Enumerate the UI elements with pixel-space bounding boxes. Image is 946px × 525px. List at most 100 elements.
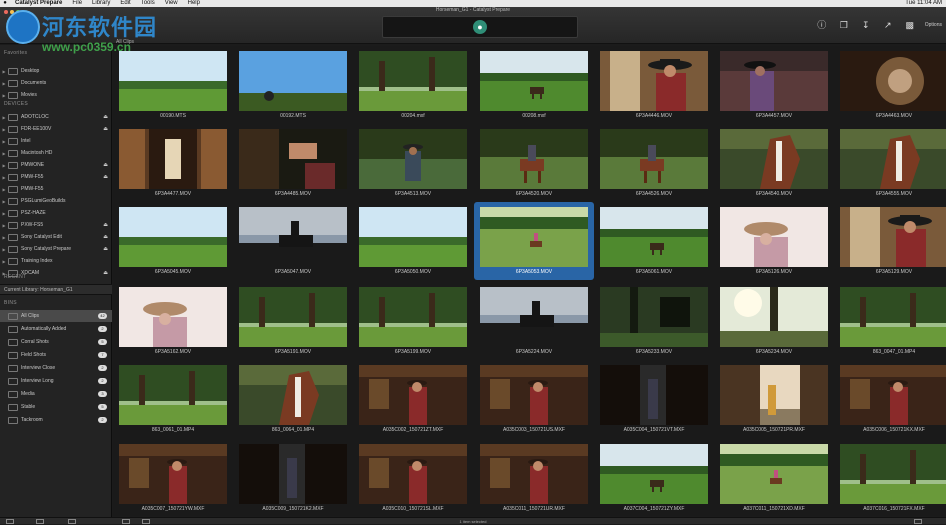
clip-thumbnail[interactable] xyxy=(840,129,946,189)
clip-tile[interactable]: 6P3A4540.MOV xyxy=(714,124,834,202)
clip-tile[interactable]: 6P3A4457.MOV xyxy=(714,46,834,124)
clip-tile[interactable]: 00208.mxf xyxy=(474,46,594,124)
bin-item-interview-close[interactable]: Interview Close 2 xyxy=(0,362,112,374)
clip-tile[interactable]: A037C004_150721ZY.MXF xyxy=(594,439,714,517)
clip-thumbnail[interactable] xyxy=(480,129,588,189)
clip-thumbnail[interactable] xyxy=(239,365,347,425)
clip-tile[interactable]: A035C004_150721VT.MXF xyxy=(594,360,714,438)
clip-thumbnail[interactable] xyxy=(720,444,828,504)
device-item-psglumigeobuilds[interactable]: ▶ PSGLumiGeoBuilds xyxy=(0,195,112,207)
disclosure-icon[interactable]: ▶ xyxy=(0,127,8,132)
clip-thumbnail[interactable] xyxy=(359,129,467,189)
disclosure-icon[interactable]: ▶ xyxy=(0,139,8,144)
clip-tile[interactable]: 6P3A4526.MOV xyxy=(594,124,714,202)
clip-thumbnail[interactable] xyxy=(239,207,347,267)
bin-item-media[interactable]: Media 3 xyxy=(0,388,112,400)
clip-tile[interactable]: A035C002_150721ZT.MXF xyxy=(353,360,473,438)
clip-thumbnail[interactable] xyxy=(119,207,227,267)
clip-tile[interactable]: 6P3A5053.MOV xyxy=(474,202,594,280)
device-item-training-index[interactable]: ▶ Training Index xyxy=(0,255,112,267)
clip-tile[interactable]: 6P3A4555.MOV xyxy=(834,124,946,202)
clip-thumbnail[interactable] xyxy=(480,365,588,425)
disclosure-icon[interactable]: ▶ xyxy=(0,187,8,192)
bin-item-interview-long[interactable]: Interview Long 2 xyxy=(0,375,112,387)
current-library[interactable]: Current Library: Horseman_G1 xyxy=(0,284,112,295)
eject-icon[interactable]: ⏏ xyxy=(103,162,108,168)
clip-tile[interactable]: 6P3A5050.MOV xyxy=(353,202,473,280)
disclosure-icon[interactable]: ▶ xyxy=(0,211,8,216)
clip-thumbnail[interactable] xyxy=(239,129,347,189)
apple-icon[interactable]: ● xyxy=(0,0,10,7)
clip-thumbnail[interactable] xyxy=(720,129,828,189)
menu-file[interactable]: File xyxy=(67,0,87,7)
disclosure-icon[interactable]: ▶ xyxy=(0,259,8,264)
clip-tile[interactable]: 00192.MTS xyxy=(233,46,353,124)
clip-tile[interactable]: 6P3A4477.MOV xyxy=(113,124,233,202)
info-icon[interactable]: ⓘ xyxy=(815,19,829,31)
device-item-psz-haze[interactable]: ▶ PSZ-HAZE xyxy=(0,207,112,219)
bin-item-stable[interactable]: Stable 5 xyxy=(0,401,112,413)
clip-thumbnail[interactable] xyxy=(119,287,227,347)
device-item-intel[interactable]: ▶ Intel xyxy=(0,135,112,147)
sidebar-item-desktop[interactable]: ▶ Desktop xyxy=(0,65,112,77)
clip-thumbnail[interactable] xyxy=(119,51,227,111)
disclosure-icon[interactable]: ▶ xyxy=(0,81,8,86)
clip-tile[interactable]: 00204.mxf xyxy=(353,46,473,124)
clip-tile[interactable]: 6P3A5233.MOV xyxy=(594,282,714,360)
clip-thumbnail[interactable] xyxy=(600,287,708,347)
clip-thumbnail[interactable] xyxy=(840,444,946,504)
clip-thumbnail[interactable] xyxy=(600,129,708,189)
clip-tile[interactable]: A035C011_150721UR.MXF xyxy=(474,439,594,517)
sidebar-item-movies[interactable]: ▶ Movies xyxy=(0,89,112,101)
clip-thumbnail[interactable] xyxy=(840,287,946,347)
options-icon[interactable]: ▩ xyxy=(903,19,917,31)
clip-thumbnail[interactable] xyxy=(239,287,347,347)
clip-thumbnail[interactable] xyxy=(359,287,467,347)
bin-item-field-shots[interactable]: Field Shots 7 xyxy=(0,349,112,361)
clip-thumbnail[interactable] xyxy=(840,365,946,425)
menu-help[interactable]: Help xyxy=(183,0,205,7)
clip-tile[interactable]: 6P3A4446.MOV xyxy=(594,46,714,124)
clip-thumbnail[interactable] xyxy=(480,207,588,267)
clip-tile[interactable]: 6P3A5224.MOV xyxy=(474,282,594,360)
clip-thumbnail[interactable] xyxy=(359,365,467,425)
menubar-clock[interactable]: Tue 11:04 AM xyxy=(905,0,942,7)
device-item-adotcloc[interactable]: ▶ ADOTCLOC ⏏ xyxy=(0,111,112,123)
bin-item-automatically-added[interactable]: Automatically Added 2 xyxy=(0,323,112,335)
clip-thumbnail[interactable] xyxy=(600,51,708,111)
clip-tile[interactable]: 6P3A5126.MOV xyxy=(714,202,834,280)
clip-thumbnail[interactable] xyxy=(239,51,347,111)
clip-tile[interactable]: 6P3A4463.MOV xyxy=(834,46,946,124)
device-item-macintosh-hd[interactable]: ▶ Macintosh HD xyxy=(0,147,112,159)
menu-library[interactable]: Library xyxy=(87,0,115,7)
clip-tile[interactable]: 00190.MTS xyxy=(113,46,233,124)
bin-item-tackroom[interactable]: Tackroom 2 xyxy=(0,414,112,426)
clip-tile[interactable]: 6P3A5191.MOV xyxy=(233,282,353,360)
eject-icon[interactable]: ⏏ xyxy=(103,222,108,228)
clip-tile[interactable]: 6P3A4520.MOV xyxy=(474,124,594,202)
clip-thumbnail[interactable] xyxy=(720,207,828,267)
zoom-icon[interactable] xyxy=(914,519,922,524)
device-item-sony-catalyst-prepare[interactable]: ▶ Sony Catalyst Prepare ⏏ xyxy=(0,243,112,255)
clip-tile[interactable]: A035C003_150721US.MXF xyxy=(474,360,594,438)
clip-thumbnail[interactable] xyxy=(600,444,708,504)
device-item-pmw-f55[interactable]: ▶ PMW-F55 xyxy=(0,183,112,195)
clip-tile[interactable]: 6P3A5199.MOV xyxy=(353,282,473,360)
export-icon[interactable]: ↗ xyxy=(881,19,895,31)
clip-tile[interactable]: 6P3A5061.MOV xyxy=(594,202,714,280)
clip-tile[interactable]: 6P3A5162.MOV xyxy=(113,282,233,360)
clip-tile[interactable]: 863_0064_01.MP4 xyxy=(233,360,353,438)
clip-thumbnail[interactable] xyxy=(840,207,946,267)
clip-thumbnail[interactable] xyxy=(720,287,828,347)
disclosure-icon[interactable]: ▶ xyxy=(0,93,8,98)
clip-tile[interactable]: 6P3A4485.MOV xyxy=(233,124,353,202)
menu-view[interactable]: View xyxy=(160,0,183,7)
disclosure-icon[interactable]: ▶ xyxy=(0,247,8,252)
clip-thumbnail[interactable] xyxy=(119,365,227,425)
sidebar-item-documents[interactable]: ▶ Documents xyxy=(0,77,112,89)
eject-icon[interactable]: ⏏ xyxy=(103,234,108,240)
bin-item-corral-shots[interactable]: Corral Shots 5 xyxy=(0,336,112,348)
disclosure-icon[interactable]: ▶ xyxy=(0,151,8,156)
clip-tile[interactable]: 6P3A5234.MOV xyxy=(714,282,834,360)
disclosure-icon[interactable]: ▶ xyxy=(0,163,8,168)
